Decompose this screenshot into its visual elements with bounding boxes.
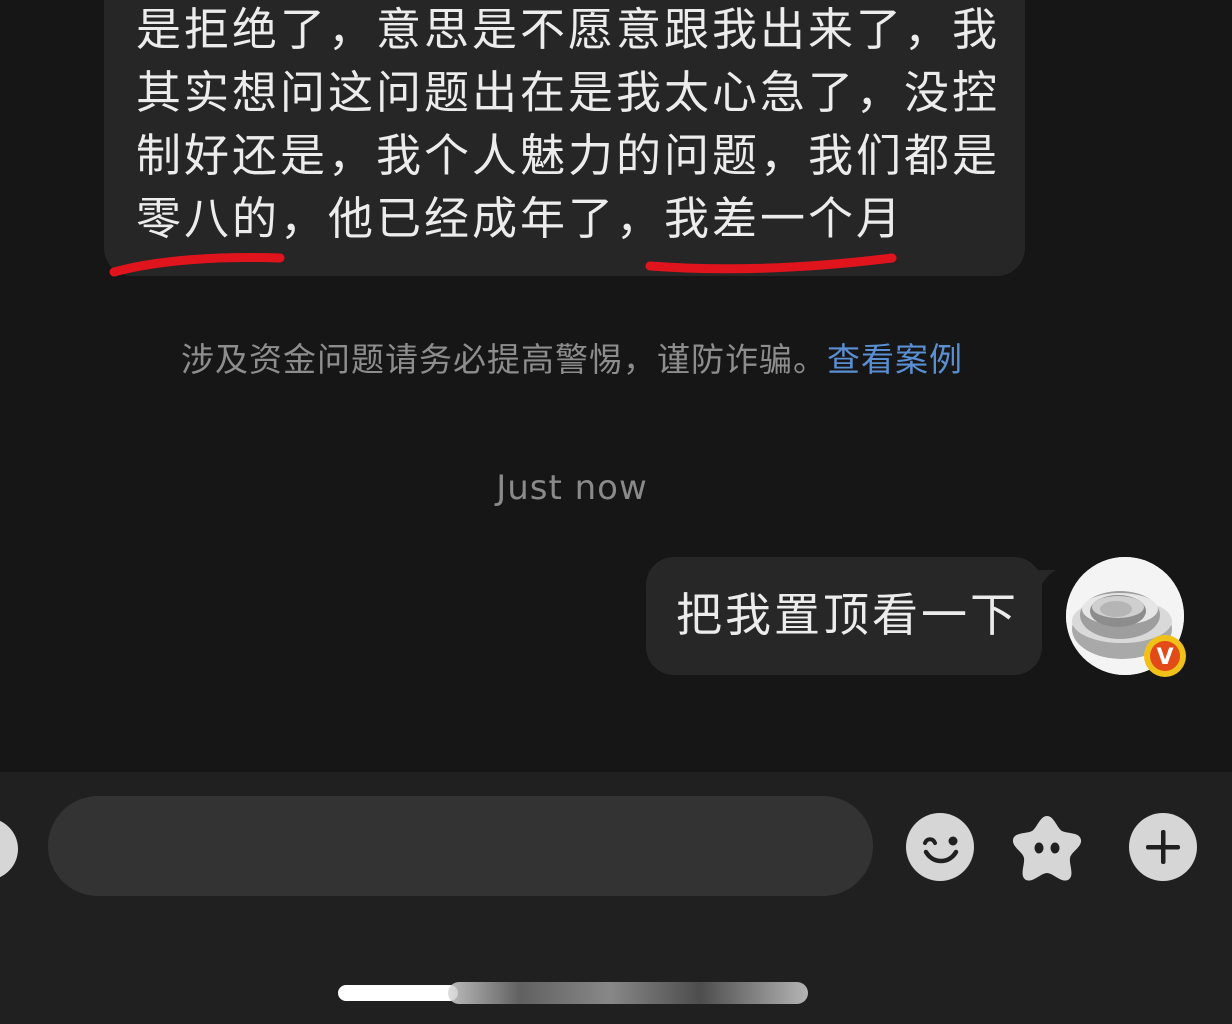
sticker-icon[interactable] bbox=[1012, 812, 1082, 882]
incoming-message-line: 是拒绝了，意思是不愿意跟我出来了，我 bbox=[136, 3, 1001, 56]
bubble-tail-icon bbox=[1030, 570, 1056, 596]
home-indicator bbox=[338, 985, 458, 1001]
badge-letter: V bbox=[1156, 645, 1173, 670]
plus-icon[interactable] bbox=[1128, 812, 1198, 882]
fraud-warning-notice: 涉及资金问题请务必提高警惕，谨防诈骗。查看案例 bbox=[0, 338, 1144, 382]
view-cases-link[interactable]: 查看案例 bbox=[827, 340, 963, 379]
incoming-message-line: 零八的，他已经成年了，我差一个月 bbox=[136, 192, 905, 245]
fraud-warning-text: 涉及资金问题请务必提高警惕，谨防诈骗。 bbox=[181, 340, 827, 379]
verified-badge-icon: V bbox=[1144, 635, 1186, 677]
message-timestamp: Just now bbox=[496, 468, 648, 508]
incoming-message-line: 制好还是，我个人魅力的问题，我们都是 bbox=[136, 129, 1001, 182]
home-indicator-watermark bbox=[448, 982, 808, 1004]
outgoing-message-text: 把我置顶看一下 bbox=[676, 588, 1019, 642]
incoming-message-line: 其实想问这问题出在是我太心急了，没控 bbox=[136, 66, 1001, 119]
message-input[interactable] bbox=[48, 796, 873, 896]
red-underline-mark bbox=[645, 253, 897, 274]
chat-area[interactable]: 是拒绝了，意思是不愿意跟我出来了，我 其实想问这问题出在是我太心急了，没控 制好… bbox=[0, 0, 1232, 772]
red-underline-mark bbox=[109, 253, 285, 277]
emoji-icon[interactable] bbox=[905, 812, 975, 882]
